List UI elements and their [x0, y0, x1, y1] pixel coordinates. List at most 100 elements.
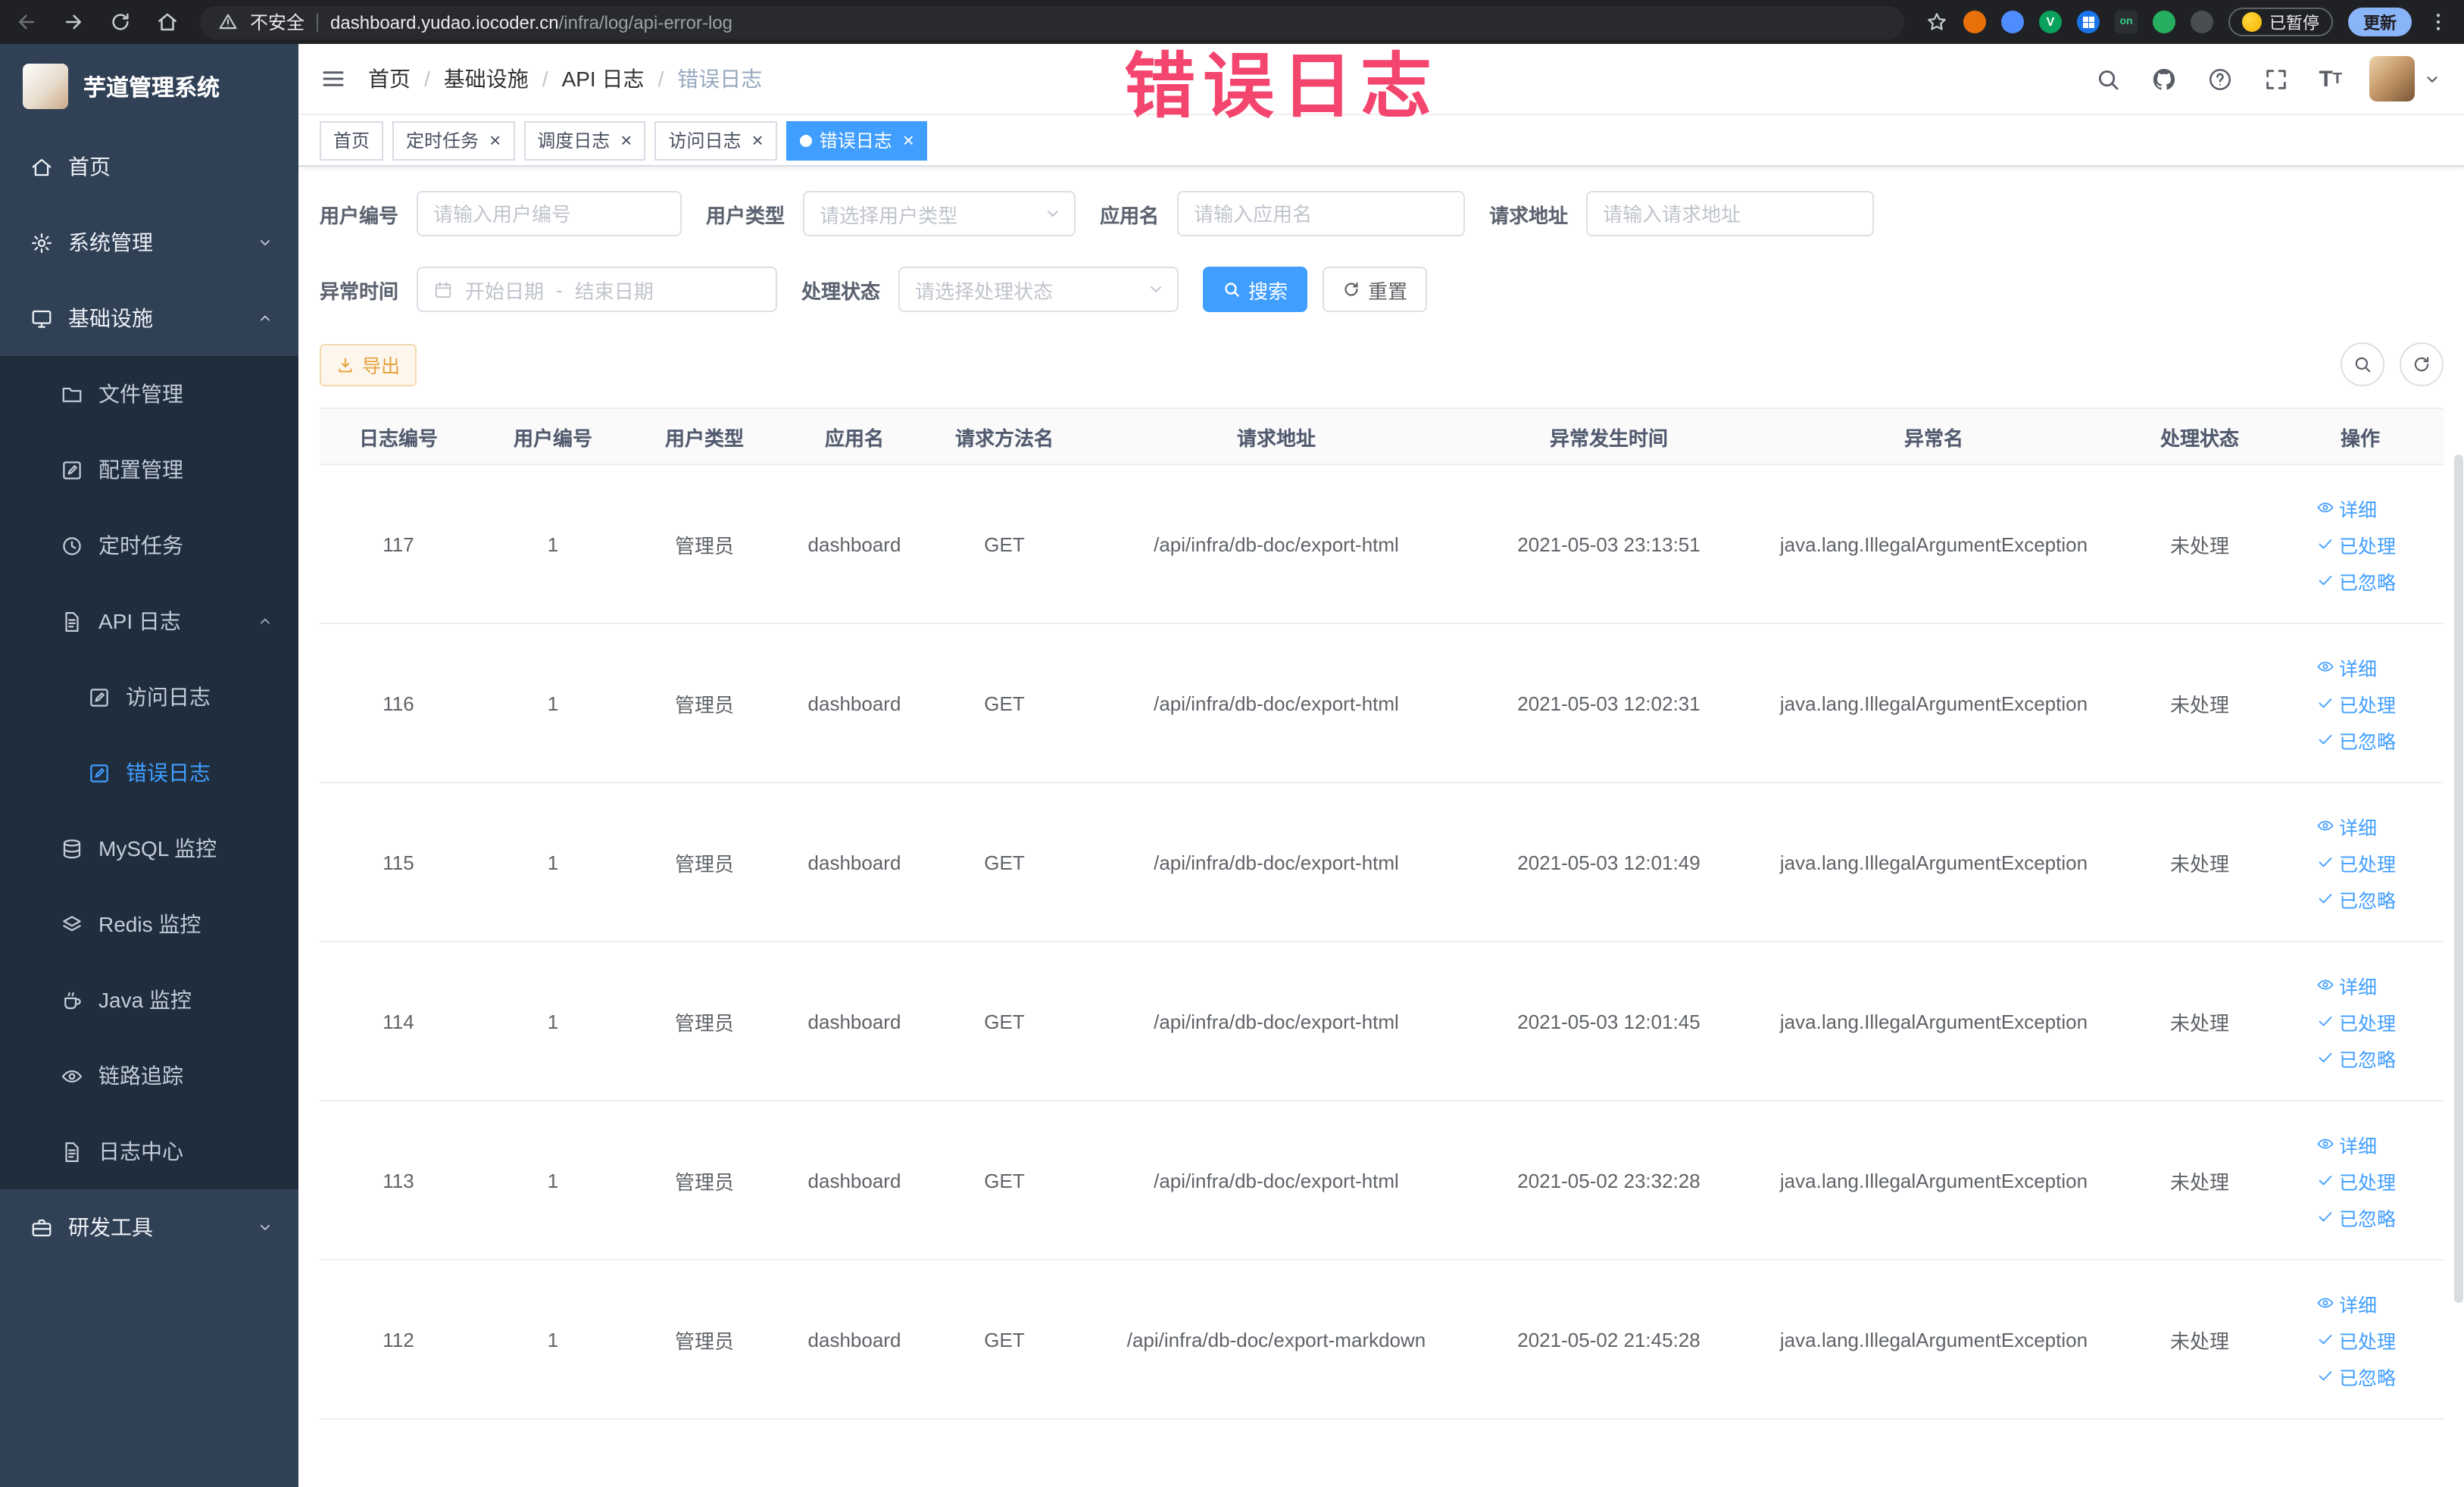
- processed-link[interactable]: 已处理: [2316, 1007, 2396, 1036]
- home-icon[interactable]: [156, 11, 179, 33]
- processed-link[interactable]: 已处理: [2316, 1166, 2396, 1195]
- processed-link[interactable]: 已处理: [2316, 689, 2396, 717]
- tab-scheduled-task[interactable]: 定时任务 ×: [392, 120, 515, 160]
- forward-icon[interactable]: [62, 11, 85, 33]
- extension-icon-6[interactable]: [2153, 11, 2175, 33]
- check-icon: [2316, 694, 2334, 712]
- processed-link[interactable]: 已处理: [2316, 1325, 2396, 1354]
- sidebar-item-file-mgmt[interactable]: 文件管理: [0, 356, 298, 432]
- ignore-link[interactable]: 已忽略: [2316, 566, 2396, 595]
- sidebar-item-mysql-monitor[interactable]: MySQL 监控: [0, 811, 298, 886]
- cell: /api/infra/db-doc/export-html: [1154, 851, 1399, 873]
- request-url-input[interactable]: [1586, 191, 1875, 236]
- detail-link[interactable]: 详细: [2316, 811, 2377, 840]
- ignore-link[interactable]: 已忽略: [2316, 1361, 2396, 1390]
- tab-error-log[interactable]: 错误日志 ×: [785, 120, 928, 160]
- sidebar-item-error-log[interactable]: 错误日志: [0, 735, 298, 811]
- clock-icon: [61, 534, 83, 557]
- sidebar-item-infrastructure[interactable]: 基础设施: [0, 280, 298, 356]
- sidebar-item-system-mgmt[interactable]: 系统管理: [0, 205, 298, 280]
- address-bar[interactable]: 不安全 dashboard.yudao.iocoder.cn/infra/log…: [200, 5, 1904, 39]
- ignore-link[interactable]: 已忽略: [2316, 1043, 2396, 1072]
- breadcrumb-item[interactable]: 首页: [368, 64, 411, 94]
- extension-icon-7[interactable]: [2191, 11, 2213, 33]
- check-icon: [2316, 535, 2334, 553]
- extension-icon-2[interactable]: [2001, 11, 2024, 33]
- extension-icon-5[interactable]: on: [2115, 11, 2138, 33]
- bookmark-star-icon[interactable]: [1925, 11, 1948, 33]
- font-size-icon[interactable]: TT: [2303, 66, 2357, 92]
- detail-link[interactable]: 详细: [2316, 493, 2377, 522]
- detail-link[interactable]: 详细: [2316, 1129, 2377, 1158]
- detail-link[interactable]: 详细: [2316, 970, 2377, 999]
- detail-link[interactable]: 详细: [2316, 1289, 2377, 1317]
- sidebar-item-api-log[interactable]: API 日志: [0, 583, 298, 659]
- breadcrumb-separator: /: [542, 67, 548, 91]
- tab-access-log[interactable]: 访问日志 ×: [654, 120, 777, 160]
- user-id-input[interactable]: [417, 191, 682, 236]
- browser-menu-icon[interactable]: [2427, 11, 2450, 33]
- sidebar-item-scheduled-task[interactable]: 定时任务: [0, 508, 298, 583]
- sidebar-item-access-log[interactable]: 访问日志: [0, 659, 298, 735]
- extension-icon-1[interactable]: [1963, 11, 1986, 33]
- detail-link[interactable]: 详细: [2316, 652, 2377, 681]
- hamburger-icon[interactable]: [298, 65, 368, 92]
- start-date-placeholder: 开始日期: [465, 280, 545, 302]
- update-button[interactable]: 更新: [2348, 8, 2412, 36]
- processed-link[interactable]: 已处理: [2316, 530, 2396, 558]
- sidebar-menu: 首页 系统管理 基础设施 文件管理 配置管理 定时任务 API 日志 访问日志 错误日志 MySQ…: [0, 129, 298, 1487]
- column-header: 日志编号: [358, 426, 438, 449]
- breadcrumb-item[interactable]: 基础设施: [444, 64, 529, 94]
- reload-icon[interactable]: [109, 11, 132, 33]
- search-icon[interactable]: [2079, 66, 2135, 92]
- cell: dashboard: [807, 692, 901, 714]
- export-button[interactable]: 导出: [320, 343, 417, 386]
- sidebar-item-log-center[interactable]: 日志中心: [0, 1114, 298, 1189]
- help-icon[interactable]: [2191, 66, 2247, 92]
- refresh-button[interactable]: [2400, 342, 2444, 386]
- sidebar-item-home[interactable]: 首页: [0, 129, 298, 205]
- close-icon[interactable]: ×: [752, 130, 764, 150]
- process-status-select[interactable]: 请选择处理状态: [898, 267, 1179, 312]
- user-type-select[interactable]: 请选择用户类型: [803, 191, 1076, 236]
- fullscreen-icon[interactable]: [2247, 66, 2303, 92]
- sidebar-item-config-mgmt[interactable]: 配置管理: [0, 432, 298, 508]
- close-icon[interactable]: ×: [620, 130, 632, 150]
- edit-square-icon: [88, 761, 111, 784]
- chevron-down-icon[interactable]: [2424, 70, 2441, 87]
- tab-schedule-log[interactable]: 调度日志 ×: [523, 120, 646, 160]
- scrollbar[interactable]: [2454, 455, 2463, 1303]
- cell-actions: 详细 已处理 已忽略: [2277, 811, 2444, 913]
- cell: GET: [984, 692, 1025, 714]
- ignore-link[interactable]: 已忽略: [2316, 1202, 2396, 1231]
- cell-actions: 详细 已处理 已忽略: [2277, 1289, 2444, 1390]
- reset-button[interactable]: 重置: [1323, 267, 1428, 312]
- divider: [317, 13, 319, 31]
- security-label[interactable]: 不安全: [250, 9, 304, 35]
- cell: /api/infra/db-doc/export-html: [1154, 692, 1399, 714]
- search-toggle-button[interactable]: [2341, 342, 2384, 386]
- exception-time-range[interactable]: 开始日期 - 结束日期: [417, 267, 778, 312]
- breadcrumb-item[interactable]: API 日志: [562, 64, 645, 94]
- sidebar-item-java-monitor[interactable]: Java 监控: [0, 962, 298, 1038]
- close-icon[interactable]: ×: [489, 130, 501, 150]
- avatar[interactable]: [2369, 56, 2415, 102]
- eye-icon: [2316, 498, 2334, 517]
- ignore-link[interactable]: 已忽略: [2316, 725, 2396, 754]
- sidebar-item-link-trace[interactable]: 链路追踪: [0, 1038, 298, 1114]
- processed-link[interactable]: 已处理: [2316, 848, 2396, 876]
- extension-icon-4[interactable]: [2077, 11, 2100, 33]
- cell: 2021-05-03 12:02:31: [1517, 692, 1700, 714]
- tab-home[interactable]: 首页: [320, 120, 384, 160]
- back-icon[interactable]: [15, 11, 38, 33]
- app-name-input[interactable]: [1177, 191, 1466, 236]
- paused-badge[interactable]: 已暂停: [2228, 8, 2333, 36]
- sidebar-item-dev-tools[interactable]: 研发工具: [0, 1189, 298, 1265]
- search-button[interactable]: 搜索: [1203, 267, 1308, 312]
- ignore-link[interactable]: 已忽略: [2316, 884, 2396, 913]
- sidebar-item-redis-monitor[interactable]: Redis 监控: [0, 886, 298, 962]
- close-icon[interactable]: ×: [903, 130, 914, 150]
- github-icon[interactable]: [2135, 66, 2191, 92]
- extension-icon-3[interactable]: V: [2039, 11, 2062, 33]
- cell: dashboard: [807, 1010, 901, 1032]
